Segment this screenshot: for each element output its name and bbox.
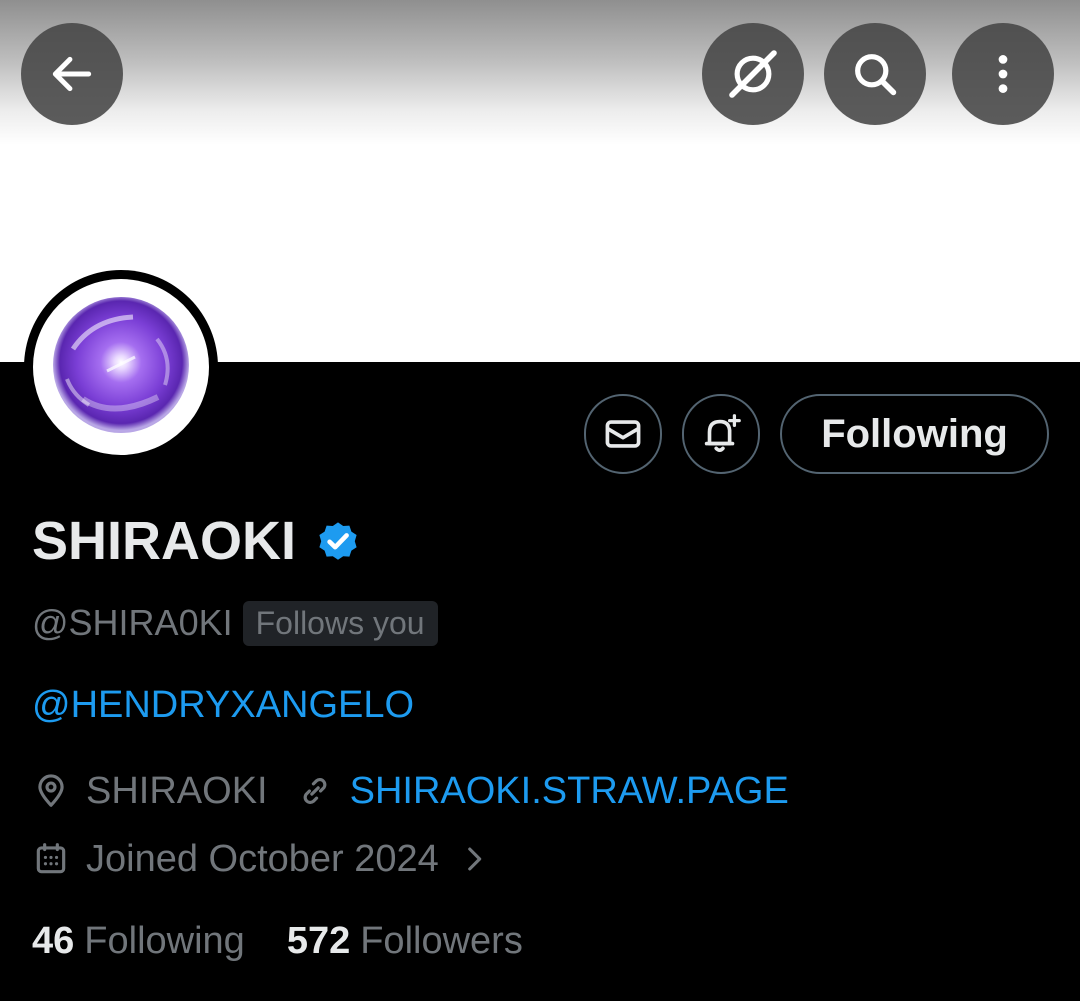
search-button[interactable] xyxy=(824,23,926,125)
following-count: 46 xyxy=(32,919,75,962)
avatar[interactable] xyxy=(24,270,218,464)
follows-you-badge: Follows you xyxy=(242,600,438,646)
followers-label: Followers xyxy=(360,919,523,962)
location-pin-icon xyxy=(38,774,64,807)
joined-row[interactable]: Joined October 2024 xyxy=(32,834,491,884)
bell-plus-icon xyxy=(704,414,741,453)
notify-button[interactable] xyxy=(682,394,760,474)
joined-text: Joined October 2024 xyxy=(86,837,439,880)
handle-row: @SHIRA0KI Follows you xyxy=(32,598,438,648)
display-name-text: SHIRAOKI xyxy=(32,511,297,571)
following-stat[interactable]: 46 Following xyxy=(32,920,245,963)
more-vertical-icon xyxy=(998,55,1008,93)
grok-icon xyxy=(729,50,777,98)
grok-button[interactable] xyxy=(702,23,804,125)
arrow-left-icon xyxy=(52,56,92,92)
bio-mention-link[interactable]: @HENDRYXANGELO xyxy=(32,682,414,728)
calendar-icon xyxy=(36,843,66,874)
message-button[interactable] xyxy=(584,394,662,474)
chevron-right-icon xyxy=(468,847,482,871)
followers-stat[interactable]: 572 Followers xyxy=(287,920,523,963)
user-handle: @SHIRA0KI xyxy=(32,602,233,643)
avatar-image xyxy=(33,279,209,455)
location-text: SHIRAOKI xyxy=(86,769,268,812)
following-button-label: Following xyxy=(821,411,1008,456)
more-options-button[interactable] xyxy=(952,23,1054,125)
verified-badge-icon[interactable] xyxy=(314,517,362,565)
following-label: Following xyxy=(84,919,245,962)
display-name: SHIRAOKI xyxy=(32,508,362,574)
search-icon xyxy=(855,54,897,96)
mail-icon xyxy=(605,420,641,448)
following-button[interactable]: Following xyxy=(780,394,1049,474)
location-website-row: SHIRAOKI SHIRAOKI.STRAW.PAGE xyxy=(32,766,789,816)
followers-count: 572 xyxy=(286,919,351,962)
profile-page: Following SHIRAOKI @SHIRA0KI Follows you… xyxy=(0,0,1080,1001)
back-button[interactable] xyxy=(21,23,123,125)
link-icon xyxy=(303,778,327,804)
follow-stats: 46 Following 572 Followers xyxy=(32,916,523,966)
website-link[interactable]: SHIRAOKI.STRAW.PAGE xyxy=(350,770,789,813)
